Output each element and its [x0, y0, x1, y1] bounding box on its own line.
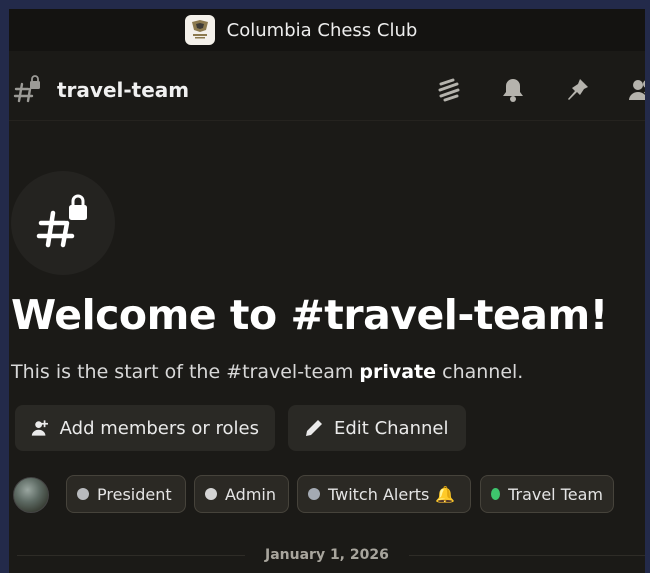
role-label: Admin — [225, 484, 276, 504]
bell-icon[interactable] — [499, 76, 527, 104]
pin-icon[interactable] — [563, 76, 591, 104]
date-divider-label: January 1, 2026 — [245, 547, 409, 563]
role-color-dot — [308, 488, 320, 500]
private-channel-icon — [13, 74, 43, 105]
subtitle-prefix: This is the start of the #travel-team — [11, 361, 360, 383]
bell-emoji-icon: 🔔 — [435, 484, 456, 504]
role-president[interactable]: President — [66, 475, 186, 513]
threads-icon[interactable] — [435, 76, 463, 104]
role-label: President — [97, 484, 172, 504]
role-color-dot — [491, 488, 501, 500]
welcome-title: Welcome to #travel-team! — [11, 291, 608, 339]
edit-channel-button[interactable]: Edit Channel — [288, 405, 466, 451]
pencil-icon — [306, 420, 322, 436]
edit-channel-label: Edit Channel — [334, 417, 449, 439]
app-window: Columbia Chess Club travel-team Welcome … — [9, 9, 645, 573]
subtitle-private: private — [359, 361, 437, 383]
members-icon[interactable] — [627, 76, 645, 104]
server-bar: Columbia Chess Club — [9, 9, 645, 51]
add-members-label: Add members or roles — [59, 417, 259, 439]
channel-name: travel-team — [57, 77, 190, 102]
add-members-icon — [31, 420, 48, 436]
role-label: Travel Team — [508, 484, 603, 504]
role-color-dot — [77, 488, 89, 500]
role-admin[interactable]: Admin — [194, 475, 289, 513]
avatar[interactable] — [13, 477, 49, 513]
welcome-channel-icon — [11, 171, 115, 275]
role-color-dot — [205, 488, 217, 500]
role-travel-team[interactable]: Travel Team — [480, 475, 614, 513]
header-toolbar — [435, 76, 645, 104]
subtitle-suffix: channel. — [436, 361, 524, 383]
add-members-button[interactable]: Add members or roles — [15, 405, 275, 451]
channel-header: travel-team — [9, 59, 645, 121]
welcome-subtitle: This is the start of the #travel-team pr… — [11, 361, 523, 383]
role-label: Twitch Alerts — [328, 484, 430, 504]
server-name[interactable]: Columbia Chess Club — [227, 20, 418, 41]
chess-club-logo-icon[interactable] — [184, 15, 215, 45]
role-twitch-alerts[interactable]: Twitch Alerts 🔔 — [297, 475, 471, 513]
